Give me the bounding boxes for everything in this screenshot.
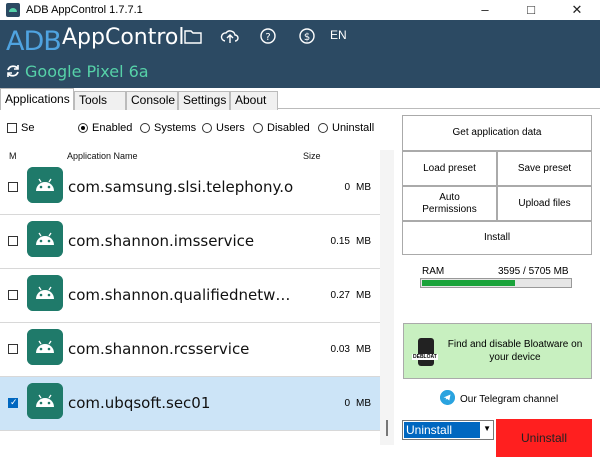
ram-usage-fill — [422, 280, 515, 286]
app-size-unit: MB — [356, 182, 371, 193]
app-checkbox[interactable] — [8, 290, 18, 300]
app-size: 0 — [344, 182, 350, 193]
tab-settings[interactable]: Settings — [178, 91, 230, 110]
filter-uninstall-radio[interactable]: Uninstall — [318, 122, 374, 134]
tab-applications[interactable]: Applications — [0, 88, 74, 110]
ram-value: 3595 / 5705 MB — [498, 266, 569, 277]
app-size: 0.27 — [330, 290, 350, 301]
debloat-banner[interactable]: DEBLOAT Find and disable Bloatware on yo… — [403, 323, 592, 379]
app-size: 0.15 — [330, 236, 350, 247]
app-name: com.ubqsoft.sec01 — [68, 394, 211, 412]
filter-systems-radio[interactable]: Systems — [140, 122, 196, 134]
android-app-icon — [6, 3, 20, 17]
android-icon — [27, 383, 63, 419]
app-size-unit: MB — [356, 398, 371, 409]
app-row[interactable]: com.shannon.rcsservice 0.03 MB — [0, 323, 380, 377]
ram-label: RAM — [422, 266, 445, 277]
column-size[interactable]: Size — [303, 151, 321, 161]
get-application-data-button[interactable]: Get application data — [402, 115, 592, 151]
filter-uninstall-label: Uninstall — [332, 122, 375, 135]
filter-disabled-radio[interactable]: Disabled — [253, 122, 310, 134]
install-button[interactable]: Install — [402, 221, 592, 255]
refresh-icon[interactable] — [5, 63, 21, 79]
logo-adb: ADB — [6, 26, 62, 57]
radio-dot — [140, 123, 150, 134]
save-preset-button[interactable]: Save preset — [497, 151, 592, 186]
tab-console[interactable]: Console — [126, 91, 178, 110]
telegram-icon[interactable] — [440, 390, 455, 405]
select-all-checkbox[interactable]: Se — [7, 122, 34, 134]
language-selector[interactable]: EN — [330, 28, 347, 42]
telegram-channel-link[interactable]: Our Telegram channel — [460, 394, 558, 405]
filter-users-label: Users — [216, 122, 245, 135]
app-size: 0.03 — [330, 344, 350, 355]
donate-icon[interactable]: $ — [297, 27, 317, 45]
app-list: com.samsung.slsi.telephony.oemril 0 MB c… — [0, 161, 380, 445]
app-row[interactable]: com.shannon.qualifiednetworksservice 0.2… — [0, 269, 380, 323]
app-header: ADB AppControl ? $ EN Google Pixel 6a — [0, 20, 600, 88]
app-size: 0 — [344, 398, 350, 409]
app-checkbox[interactable] — [8, 397, 18, 408]
device-name: Google Pixel 6a — [25, 62, 149, 81]
tab-about[interactable]: About — [230, 91, 278, 110]
svg-text:$: $ — [304, 32, 310, 43]
app-checkbox[interactable] — [8, 236, 18, 246]
list-scrollbar[interactable] — [380, 150, 394, 445]
maximize-icon[interactable]: □ — [508, 0, 554, 20]
load-preset-button[interactable]: Load preset — [402, 151, 497, 186]
app-size-unit: MB — [356, 344, 371, 355]
window-title: ADB AppControl 1.7.7.1 — [26, 4, 143, 16]
app-checkbox[interactable] — [8, 344, 18, 354]
debloat-badge: DEBLOAT — [412, 354, 438, 360]
chevron-down-icon: ▼ — [483, 424, 491, 433]
logo-appcontrol: AppControl — [62, 25, 185, 50]
minimize-icon[interactable]: – — [462, 0, 508, 20]
filter-disabled-label: Disabled — [267, 122, 310, 135]
column-mark[interactable]: M — [9, 151, 17, 161]
app-row[interactable]: com.shannon.imsservice 0.15 MB — [0, 215, 380, 269]
app-name: com.samsung.slsi.telephony.oemril — [68, 178, 293, 196]
radio-dot — [253, 123, 263, 134]
uninstall-button[interactable]: Uninstall — [496, 419, 592, 457]
svg-text:?: ? — [265, 32, 270, 43]
app-name: com.shannon.imsservice — [68, 232, 255, 250]
filter-bar: Se Enabled Systems Users Disabled Uninst… — [0, 118, 390, 138]
radio-dot — [78, 123, 88, 134]
filter-enabled-radio[interactable]: Enabled — [78, 122, 132, 134]
column-app-name[interactable]: Application Name — [67, 151, 138, 161]
help-icon[interactable]: ? — [258, 27, 278, 45]
app-row-selected[interactable]: com.ubqsoft.sec01 0 MB — [0, 377, 380, 431]
app-checkbox[interactable] — [8, 182, 18, 192]
scrollbar-thumb[interactable] — [386, 420, 388, 436]
radio-dot — [202, 123, 212, 134]
app-row[interactable]: com.samsung.slsi.telephony.oemril 0 MB — [0, 161, 380, 215]
filter-systems-label: Systems — [154, 122, 197, 135]
app-size-unit: MB — [356, 236, 371, 247]
auto-permissions-button[interactable]: Auto Permissions — [402, 186, 497, 221]
action-select[interactable]: Uninstall ▼ — [402, 420, 494, 440]
cloud-upload-icon[interactable] — [220, 27, 240, 45]
phone-icon — [418, 338, 434, 366]
checkbox-box — [7, 123, 17, 134]
select-all-label: Se — [21, 122, 35, 135]
upload-files-button[interactable]: Upload files — [497, 186, 592, 221]
ram-usage-bar — [420, 278, 572, 288]
tab-tools[interactable]: Tools — [74, 91, 126, 110]
filter-enabled-label: Enabled — [92, 122, 133, 135]
android-icon — [27, 167, 63, 203]
filter-users-radio[interactable]: Users — [202, 122, 245, 134]
app-size-unit: MB — [356, 290, 371, 301]
main-tabs: Applications Tools Console Settings Abou… — [0, 88, 600, 110]
folder-icon[interactable] — [183, 27, 203, 45]
android-icon — [27, 329, 63, 365]
title-bar: ADB AppControl 1.7.7.1 – □ ✕ — [0, 0, 600, 20]
app-name: com.shannon.rcsservice — [68, 340, 250, 358]
android-icon — [27, 221, 63, 257]
debloat-text: Find and disable Bloatware on your devic… — [447, 339, 583, 363]
android-icon — [27, 275, 63, 311]
radio-dot — [318, 123, 328, 134]
close-icon[interactable]: ✕ — [554, 0, 600, 20]
action-select-value: Uninstall — [404, 422, 480, 438]
app-name: com.shannon.qualifiednetworksservice — [68, 286, 293, 304]
